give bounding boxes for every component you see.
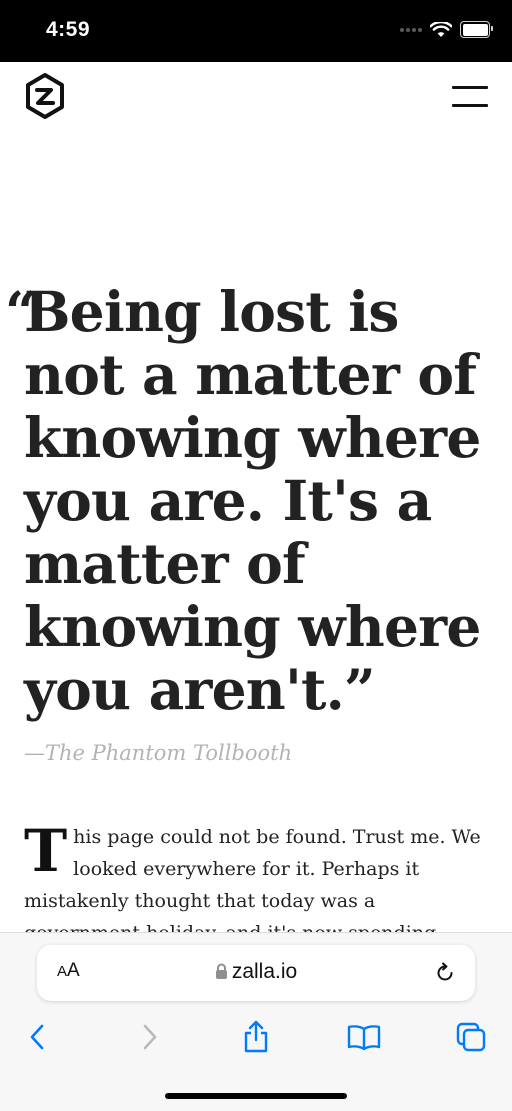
cellular-signal-icon xyxy=(400,27,422,32)
site-header xyxy=(0,62,512,132)
body-text: his page could not be found. Trust me. W… xyxy=(24,826,481,944)
forward-icon[interactable] xyxy=(129,1017,169,1057)
dropcap: T xyxy=(24,817,68,885)
quote-open-mark: “ xyxy=(5,279,37,344)
browser-bottom-bar: AA zalla.io xyxy=(0,932,512,1111)
quote-text: Being lost is not a matter of knowing wh… xyxy=(24,279,481,722)
status-bar: 4:59 xyxy=(0,0,512,62)
wifi-icon xyxy=(430,21,452,37)
hamburger-menu-icon[interactable] xyxy=(452,86,488,108)
status-time: 4:59 xyxy=(46,18,91,41)
address-bar[interactable]: AA zalla.io xyxy=(37,945,475,1001)
share-icon[interactable] xyxy=(236,1017,276,1057)
reload-icon[interactable] xyxy=(433,961,457,985)
lock-icon xyxy=(215,963,227,979)
tabs-icon[interactable] xyxy=(451,1017,491,1057)
body-paragraph: This page could not be found. Trust me. … xyxy=(24,821,484,949)
back-icon[interactable] xyxy=(18,1017,58,1057)
url-display[interactable]: zalla.io xyxy=(37,960,475,984)
browser-toolbar xyxy=(0,1017,512,1057)
battery-icon xyxy=(460,21,493,38)
url-text: zalla.io xyxy=(231,960,298,983)
zalla-hexagon-logo-icon[interactable] xyxy=(24,72,66,120)
status-indicators xyxy=(400,21,493,38)
quote-block: “Being lost is not a matter of knowing w… xyxy=(5,279,494,722)
home-indicator xyxy=(165,1093,347,1099)
bookmarks-icon[interactable] xyxy=(344,1017,384,1057)
quote-attribution: —The Phantom Tollbooth xyxy=(24,741,293,765)
